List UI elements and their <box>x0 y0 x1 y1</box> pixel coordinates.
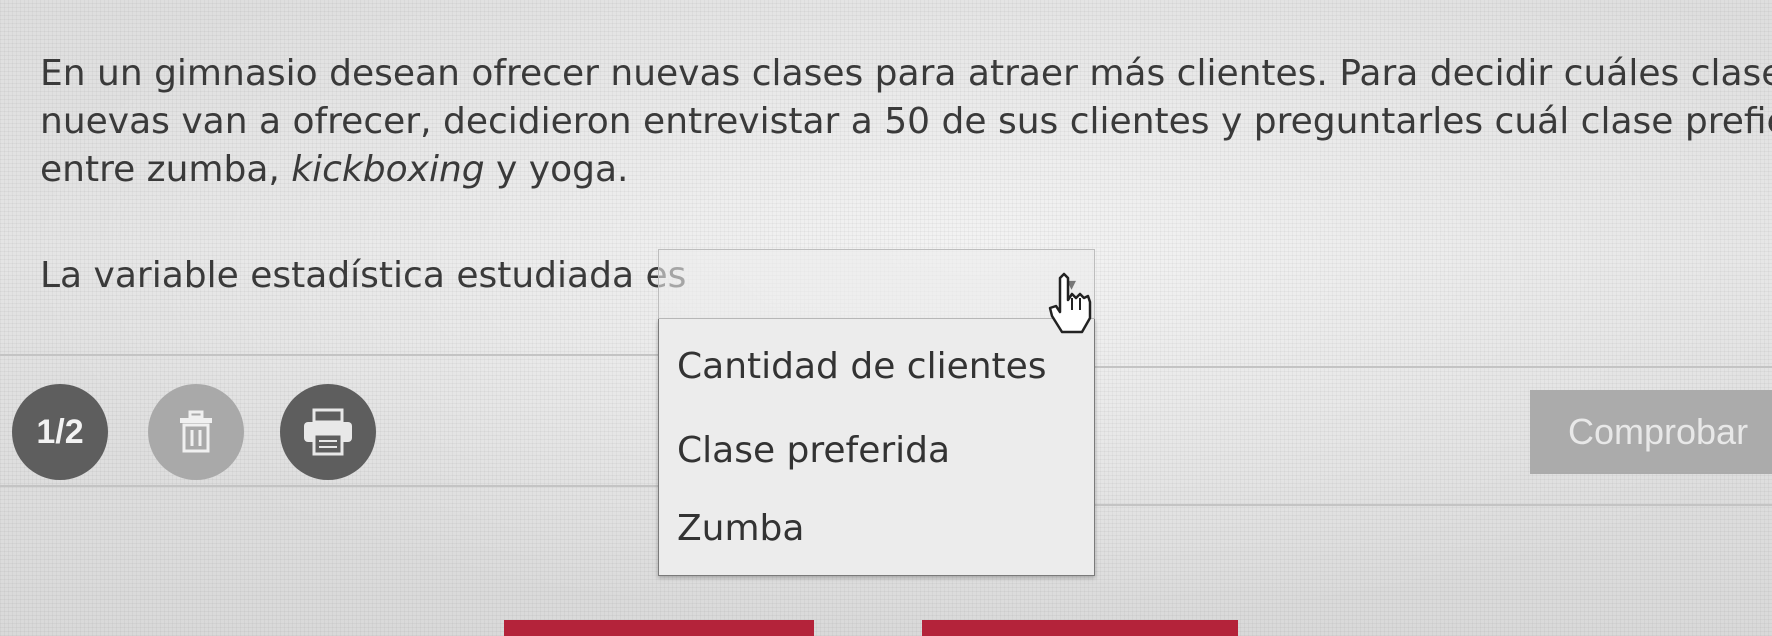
divider-top-left <box>0 354 658 356</box>
print-icon <box>304 408 352 456</box>
question-line-3-start: entre zumba, <box>40 149 292 190</box>
variable-prompt-label: La variable estadística estudiada es <box>40 255 687 296</box>
divider-top-right <box>1095 366 1772 368</box>
trash-button[interactable] <box>148 384 244 480</box>
dropdown-option-clase-preferida[interactable]: Clase preferida <box>677 429 950 473</box>
question-line-1: En un gimnasio desean ofrecer nuevas cla… <box>40 53 1772 94</box>
question-line-3-end: y yoga. <box>484 149 629 190</box>
variable-dropdown-menu: Cantidad de clientes Clase preferida Zum… <box>658 319 1095 576</box>
question-line-3-italic: kickboxing <box>291 149 485 190</box>
dropdown-option-cantidad-de-clientes[interactable]: Cantidad de clientes <box>677 345 1047 389</box>
trash-icon <box>180 410 212 453</box>
question-line-2: nuevas van a ofrecer, decidieron entrevi… <box>40 101 1772 142</box>
print-button[interactable] <box>280 384 376 480</box>
question-text: En un gimnasio desean ofrecer nuevas cla… <box>40 50 1772 194</box>
variable-select[interactable]: ▾ <box>658 249 1095 319</box>
red-tab-right[interactable] <box>922 620 1238 636</box>
divider-bottom-right <box>1095 504 1772 506</box>
red-tab-left[interactable] <box>504 620 814 636</box>
check-button[interactable]: Comprobar <box>1530 390 1772 474</box>
question-line-3: entre zumba, kickboxing y yoga. <box>40 146 1770 194</box>
divider-bottom-left <box>0 485 658 487</box>
hand-cursor-icon <box>1048 272 1092 334</box>
page-indicator: 1/2 <box>12 384 108 480</box>
dropdown-option-zumba[interactable]: Zumba <box>677 507 804 551</box>
